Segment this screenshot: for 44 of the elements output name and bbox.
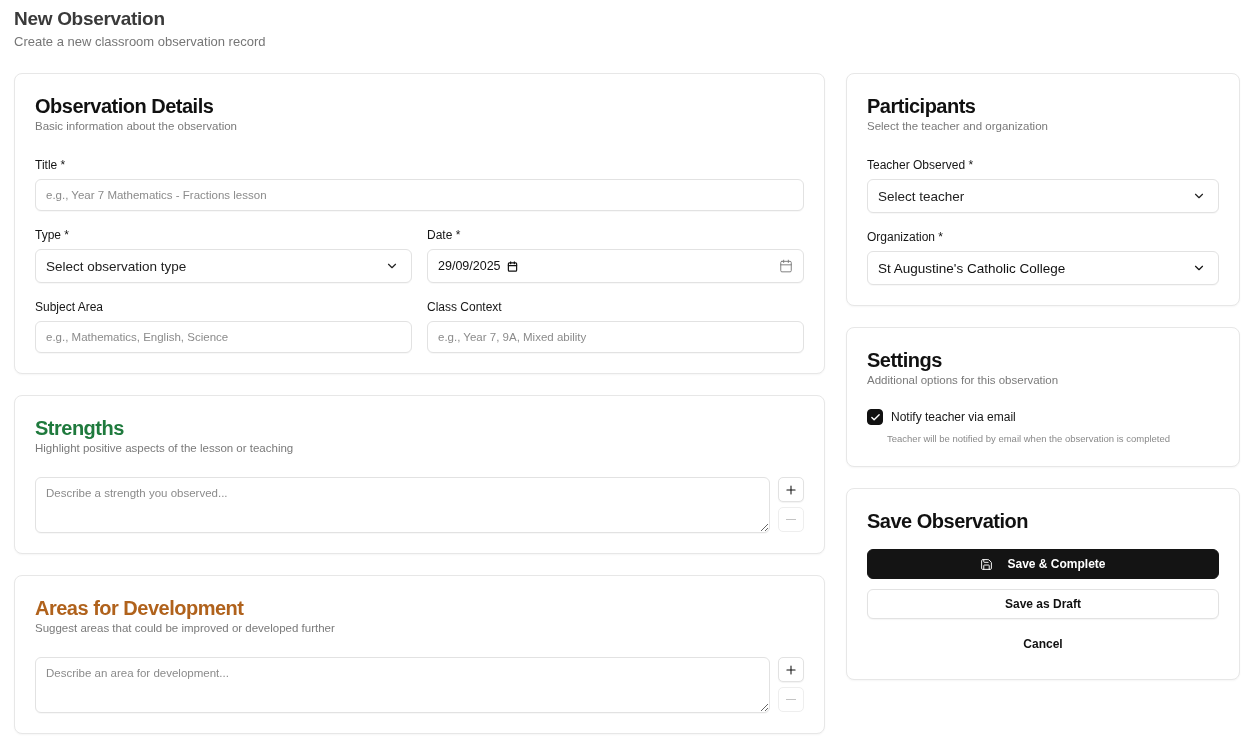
primary-button[interactable]: Save & Complete: [867, 549, 1219, 579]
field-label: Teacher Observed *: [867, 157, 974, 173]
minus-icon: [786, 518, 796, 521]
field-label: Class Context: [427, 299, 502, 315]
field-label: Type *: [35, 227, 70, 243]
card-title: Settings: [867, 348, 942, 372]
page-title: New Observation: [14, 7, 165, 31]
card-title: Observation Details: [35, 94, 214, 118]
checkbox[interactable]: [867, 409, 883, 425]
select-field[interactable]: Select observation type: [35, 249, 412, 283]
input-field[interactable]: e.g., Year 7, 9A, Mixed ability: [427, 321, 804, 353]
field-label: Subject Area: [35, 299, 104, 315]
card-subtitle: Highlight positive aspects of the lesson or teaching: [35, 441, 294, 456]
minus-icon: [786, 698, 796, 701]
card-subtitle: Suggest areas that could be improved or developed further: [35, 621, 335, 636]
card-title: Strengths: [35, 416, 124, 440]
field-label: Title *: [35, 157, 66, 173]
plus-icon: [784, 662, 798, 677]
card-title: Areas for Development: [35, 596, 244, 620]
input-field[interactable]: e.g., Mathematics, English, Science: [35, 321, 412, 353]
plus-icon: [784, 482, 798, 497]
field-label: Organization *: [867, 229, 944, 245]
page-subtitle: Create a new classroom observation record: [14, 34, 266, 50]
add-button[interactable]: [778, 657, 804, 682]
checkbox-hint: Teacher will be notified by email when the observation is completed: [887, 432, 1171, 446]
select-field[interactable]: St Augustine's Catholic College: [867, 251, 1219, 285]
field-label: Date *: [427, 227, 461, 243]
card-subtitle: Basic information about the observation: [35, 119, 237, 134]
select-field[interactable]: Select teacher: [867, 179, 1219, 213]
card-subtitle: Additional options for this observation: [867, 373, 1059, 388]
card-title: Save Observation: [867, 509, 1028, 533]
text-area[interactable]: Describe a strength you observed...: [35, 477, 770, 533]
card-title: Participants: [867, 94, 976, 118]
add-button[interactable]: [778, 477, 804, 502]
text-area[interactable]: Describe an area for development...: [35, 657, 770, 713]
secondary-button[interactable]: Save as Draft: [867, 589, 1219, 619]
checkbox-label: Notify teacher via email: [891, 409, 1016, 425]
card-subtitle: Select the teacher and organization: [867, 119, 1048, 134]
input-field[interactable]: e.g., Year 7 Mathematics - Fractions lesson: [35, 179, 804, 211]
save-icon: [980, 557, 994, 571]
date-field[interactable]: 29/09/2025: [427, 249, 804, 283]
calendar-icon: [506, 260, 518, 272]
calendar-icon: [779, 259, 793, 273]
check-icon: [869, 411, 881, 423]
